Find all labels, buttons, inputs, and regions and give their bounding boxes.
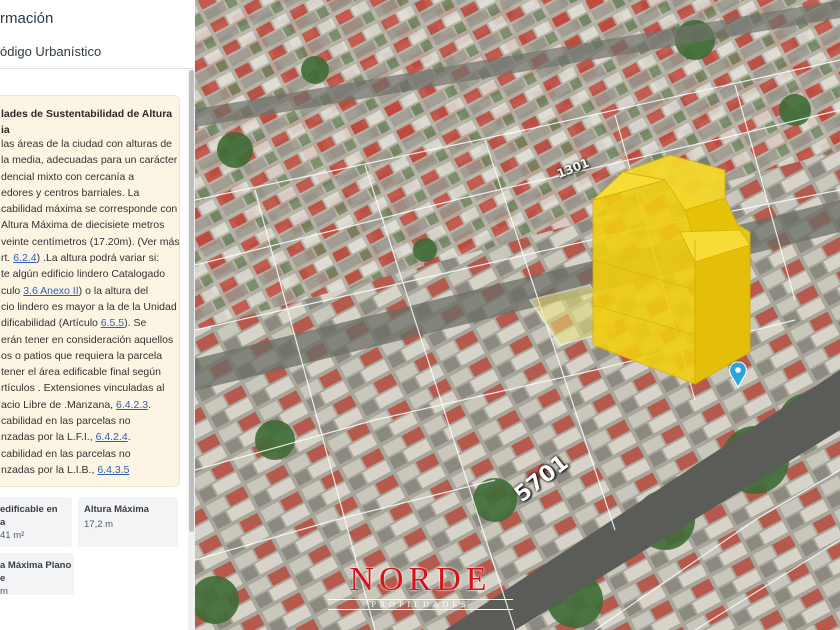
panel-title: rmación bbox=[0, 10, 54, 27]
card-label: Altura Máxima bbox=[84, 504, 149, 515]
info-text: dencial mixto con cercanía a bbox=[1, 170, 135, 183]
info-text: acio Libre de .Manzana, bbox=[1, 398, 116, 411]
info-text: Altura Máxima de diecisiete metros bbox=[1, 219, 165, 232]
article-link[interactable]: 3.6 Anexo II bbox=[23, 285, 78, 297]
card-area-edificable: edificable en a 41 m² bbox=[0, 497, 72, 547]
norde-watermark-logo: NORDE PROPIEDADES bbox=[318, 561, 523, 610]
info-box-title: lades de Sustentabilidad de Altura ia bbox=[0, 106, 176, 138]
card-value: 41 m² bbox=[0, 530, 25, 541]
info-text: cio lindero es mayor a la de la Unidad bbox=[1, 300, 177, 313]
info-text-line: os o patios que requiera la parcela bbox=[1, 348, 179, 364]
info-text: cabilidad máxima se corresponde con bbox=[1, 203, 178, 216]
info-text: . bbox=[148, 398, 152, 411]
info-text-line: cabilidad en las parcelas no bbox=[1, 446, 179, 462]
info-text-line: la media, adecuadas para un carácter bbox=[1, 152, 179, 168]
info-text: . bbox=[127, 431, 131, 444]
zoning-info-box: lades de Sustentabilidad de Altura ia la… bbox=[0, 95, 180, 487]
info-box-title-line: lades de Sustentabilidad de Altura bbox=[1, 108, 173, 120]
info-text-line: nzadas por la L.F.I., 6.4.2.4. bbox=[1, 429, 179, 445]
info-text: culo bbox=[1, 284, 24, 297]
card-label: edificable en bbox=[0, 504, 58, 515]
article-link[interactable]: 6.4.2.4 bbox=[96, 431, 128, 443]
card-label: a bbox=[0, 517, 6, 528]
watermark-brand: NORDE bbox=[349, 561, 492, 598]
info-text: veinte centímetros (17.20m). (Ver más bbox=[1, 235, 180, 248]
panel-scrollbar[interactable] bbox=[188, 70, 195, 630]
article-link[interactable]: 6.4.3.5 bbox=[97, 464, 129, 476]
card-value: 17,2 m bbox=[84, 519, 114, 530]
panel-section-tab[interactable]: ódigo Urbanístico bbox=[0, 44, 101, 59]
info-text: rt. bbox=[1, 252, 14, 265]
info-text-line: las áreas de la ciudad con alturas de bbox=[1, 136, 179, 152]
info-text: nzadas por la L.I.B., bbox=[1, 463, 98, 476]
info-text-line: dificabilidad (Artículo 6.5.5). Se bbox=[1, 315, 179, 331]
info-text: ) .La altura podrá variar si: bbox=[36, 252, 160, 265]
info-text: os o patios que requiera la parcela bbox=[1, 349, 163, 362]
info-text: dificabilidad (Artículo bbox=[1, 317, 101, 330]
info-text-line: te algún edificio lindero Catalogado bbox=[1, 266, 179, 282]
watermark-subtitle: PROPIEDADES bbox=[328, 599, 513, 610]
card-altura-maxima: Altura Máxima 17,2 m bbox=[78, 497, 178, 547]
card-value: m bbox=[0, 586, 8, 595]
info-text-line: Altura Máxima de diecisiete metros bbox=[1, 217, 179, 233]
info-text: erán tener en consideración aquellos bbox=[1, 333, 174, 346]
info-text: te algún edificio lindero Catalogado bbox=[1, 268, 166, 281]
info-text-line: acio Libre de .Manzana, 6.4.2.3. bbox=[1, 397, 179, 413]
card-label: a Máxima Plano bbox=[0, 560, 72, 571]
info-text-line: cabilidad en las parcelas no bbox=[1, 413, 179, 429]
info-text-line: edores y centros barriales. La bbox=[1, 185, 179, 201]
article-link[interactable]: 6.2.4 bbox=[13, 252, 36, 264]
info-text: las áreas de la ciudad con alturas de bbox=[1, 138, 173, 150]
info-text-line: rtículos . Extensiones vinculadas al bbox=[1, 380, 179, 396]
info-text-line: cio lindero es mayor a la de la Unidad bbox=[1, 299, 179, 315]
info-text-line: erán tener en consideración aquellos bbox=[1, 332, 179, 348]
info-panel: rmación ódigo Urbanístico lades de Suste… bbox=[0, 0, 195, 630]
info-text: nzadas por la L.F.I., bbox=[1, 431, 96, 444]
info-text: cabilidad en las parcelas no bbox=[1, 447, 131, 460]
info-text-line: nzadas por la L.I.B., 6.4.3.5 bbox=[1, 462, 179, 478]
info-text: cabilidad en las parcelas no bbox=[1, 415, 131, 428]
scrollbar-thumb[interactable] bbox=[189, 70, 194, 532]
info-text: tener el área edificable final según bbox=[1, 366, 161, 379]
info-text-line: dencial mixto con cercanía a bbox=[1, 169, 179, 185]
info-text-line: tener el área edificable final según bbox=[1, 364, 179, 380]
info-text: rtículos . Extensiones vinculadas al bbox=[1, 382, 165, 395]
card-altura-plano: a Máxima Plano e m bbox=[0, 553, 74, 595]
info-text-line: veinte centímetros (17.20m). (Ver más bbox=[1, 234, 180, 250]
info-text: la media, adecuadas para un carácter bbox=[1, 154, 178, 167]
map-imagery bbox=[195, 0, 840, 630]
info-text-line: culo 3.6 Anexo II) o la altura del bbox=[1, 283, 179, 299]
card-label: e bbox=[0, 573, 6, 584]
satellite-3d-map[interactable]: 5701 1301 NORDE PROPIEDADES bbox=[195, 0, 840, 630]
article-link[interactable]: 6.5.5 bbox=[101, 317, 124, 329]
info-text: edores y centros barriales. La bbox=[1, 186, 140, 199]
info-text: ). Se bbox=[124, 317, 147, 330]
info-text: ) o la altura del bbox=[78, 284, 149, 297]
info-text-line: rt. 6.2.4) .La altura podrá variar si: bbox=[1, 250, 179, 266]
header-divider bbox=[0, 68, 195, 69]
info-text-line: cabilidad máxima se corresponde con bbox=[1, 201, 179, 217]
article-link[interactable]: 6.4.2.3 bbox=[116, 399, 148, 411]
info-box-body: las áreas de la ciudad con alturas de la … bbox=[0, 136, 180, 478]
